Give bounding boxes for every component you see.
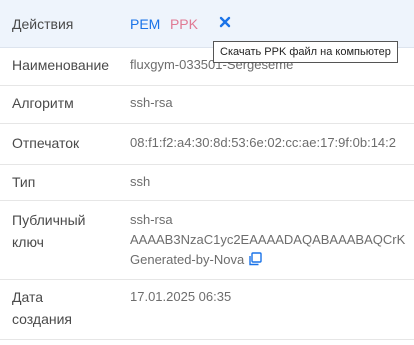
algorithm-label: Алгоритм — [12, 95, 74, 111]
created-label-line2: создания — [12, 311, 72, 327]
download-ppk-tooltip: Скачать PPK файл на компьютер — [213, 41, 398, 63]
copy-icon[interactable] — [248, 252, 262, 266]
type-value: ssh — [130, 174, 151, 189]
type-row: Тип ssh — [0, 165, 414, 201]
public-key-line3: Generated-by-Nova — [130, 252, 245, 267]
close-icon[interactable] — [219, 16, 231, 28]
actions-label: Действия — [12, 16, 74, 32]
public-key-line2: AAAAB3NzaC1yc2EAAAADAQABAAABAQCrK — [130, 232, 406, 247]
download-links: PEM PPK — [130, 13, 198, 36]
download-pem-link[interactable]: PEM — [130, 16, 160, 32]
fingerprint-label: Отпечаток — [12, 135, 80, 151]
algorithm-row: Алгоритм ssh-rsa — [0, 86, 414, 124]
created-label-line1: Дата — [12, 289, 44, 305]
fingerprint-value: 08:f1:f2:a4:30:8d:53:6e:02:cc:ae:17:9f:0… — [130, 135, 396, 150]
public-key-label-line1: Публичный — [12, 212, 86, 228]
created-value: 17.01.2025 06:35 — [130, 289, 232, 304]
fingerprint-row: Отпечаток 08:f1:f2:a4:30:8d:53:6e:02:cc:… — [0, 124, 414, 165]
public-key-line1: ssh-rsa — [130, 212, 173, 227]
name-label: Наименование — [12, 57, 110, 73]
public-key-line3-wrap: Generated-by-Nova — [130, 249, 262, 271]
type-label: Тип — [12, 174, 36, 190]
public-key-row: Публичный ключ ssh-rsa AAAAB3NzaC1yc2EAA… — [0, 201, 414, 280]
created-row: Дата создания 17.01.2025 06:35 — [0, 280, 414, 340]
download-ppk-link[interactable]: PPK — [170, 16, 198, 32]
algorithm-value: ssh-rsa — [130, 95, 173, 110]
public-key-label-line2: ключ — [12, 234, 44, 250]
